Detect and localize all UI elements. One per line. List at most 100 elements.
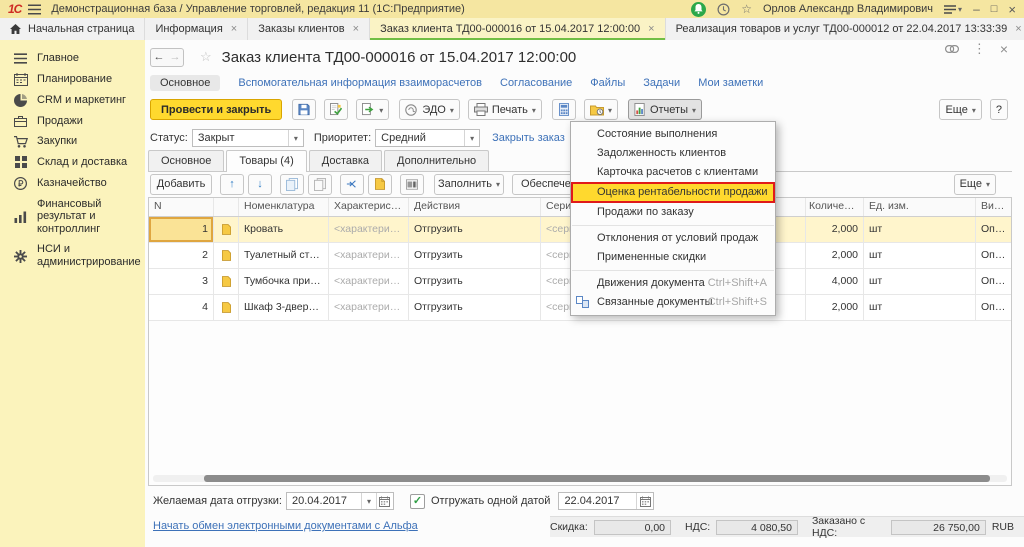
create-based-on-button[interactable] [356,99,389,120]
cell-characteristic[interactable]: <характеристики> [329,217,409,242]
edo-button[interactable]: ЭДО [399,99,460,120]
open-item-card-button[interactable] [368,174,392,195]
col-header-unit[interactable]: Ед. изм. [864,198,976,216]
cell-characteristic[interactable]: <характеристики> [329,295,409,320]
minimize-icon[interactable] [973,2,980,16]
cell-characteristic[interactable]: <характеристики> [329,243,409,268]
cell-n[interactable]: 4 [149,295,214,320]
col-header-characteristic[interactable]: Характеристика [329,198,409,216]
sidebar-item-treasury[interactable]: Казначейство [0,173,145,194]
cell-qty[interactable]: 2,000 [806,243,864,268]
col-header-n[interactable]: N [149,198,214,216]
cell-n[interactable]: 2 [149,243,214,268]
priority-select[interactable]: Средний [375,129,480,147]
priority-caret-icon[interactable] [464,130,479,146]
col-header-qty[interactable]: Количество [806,198,864,216]
tab-close-icon[interactable] [1007,23,1021,35]
nav-my-notes[interactable]: Мои заметки [698,77,763,89]
notifications-bell-icon[interactable] [691,2,706,17]
print-button[interactable]: Печать [468,99,542,120]
item-doc-icon[interactable] [214,217,239,242]
item-doc-icon[interactable] [214,295,239,320]
tab-close-icon[interactable] [223,23,237,35]
move-up-button[interactable] [220,174,244,195]
sidebar-item-purchases[interactable]: Закупки [0,131,145,152]
sidebar-item-warehouse[interactable]: Склад и доставка [0,152,145,173]
add-row-button[interactable]: Добавить [150,174,212,195]
single-date-input[interactable]: 22.04.2017 [558,492,654,510]
attached-files-button[interactable] [584,99,618,120]
menu-item-sale-profitability-highlighted[interactable]: Оценка рентабельности продажи [571,182,775,203]
menu-item-sales-by-order[interactable]: Продажи по заказу [571,203,775,222]
tab-additional[interactable]: Дополнительно [384,150,489,171]
ship-date-input[interactable]: 20.04.2017 [286,492,394,510]
single-date-checkbox[interactable] [410,494,425,509]
favorite-star-icon[interactable] [200,49,212,65]
status-caret-icon[interactable] [288,130,303,146]
back-button[interactable] [151,49,167,66]
help-button[interactable]: ? [990,99,1008,120]
cell-nomenclature[interactable]: Шкаф 3-дверный [239,295,329,320]
main-menu-icon[interactable] [28,4,41,15]
col-header-price-kind[interactable]: Вид цен [976,198,1011,216]
nav-approval[interactable]: Согласование [500,77,572,89]
col-header-nomenclature[interactable]: Номенклатура [239,198,329,216]
cell-nomenclature[interactable]: Туалетный столик [239,243,329,268]
col-header-actions[interactable]: Действия [409,198,541,216]
sidebar-item-main[interactable]: Главное [0,48,145,69]
tab-goods-sale[interactable]: Реализация товаров и услуг ТД00-000012 о… [666,18,1024,40]
cell-action[interactable]: Отгрузить [409,243,541,268]
close-document-icon[interactable] [1000,41,1008,57]
cell-action[interactable]: Отгрузить [409,217,541,242]
forward-button[interactable] [167,49,183,66]
sidebar-item-crm[interactable]: CRM и маркетинг [0,90,145,111]
reports-button[interactable]: Отчеты [628,99,702,120]
nav-tasks[interactable]: Задачи [643,77,680,89]
cell-price-kind[interactable]: Оптовая [976,217,1011,242]
more-button[interactable]: Еще [939,99,981,120]
cell-action[interactable]: Отгрузить [409,269,541,294]
cell-unit[interactable]: шт [864,217,976,242]
cell-action[interactable]: Отгрузить [409,295,541,320]
cell-unit[interactable]: шт [864,243,976,268]
delete-row-button[interactable] [308,174,332,195]
close-order-link[interactable]: Закрыть заказ [492,132,565,144]
cell-unit[interactable]: шт [864,269,976,294]
sidebar-item-nsi-admin[interactable]: НСИ и администрирование [0,239,145,272]
item-doc-icon[interactable] [214,269,239,294]
status-select[interactable]: Закрыт [192,129,304,147]
nav-files[interactable]: Файлы [590,77,625,89]
cell-price-kind[interactable]: Оптовая [976,269,1011,294]
tab-home[interactable]: Начальная страница [0,18,145,40]
tab-delivery[interactable]: Доставка [309,150,382,171]
share-split-button[interactable] [340,174,364,195]
cell-price-kind[interactable]: Оптовая [976,243,1011,268]
cell-nomenclature[interactable]: Тумбочка прикроватная [239,269,329,294]
copy-row-button[interactable] [280,174,304,195]
menu-item-document-movements[interactable]: Движения документа Ctrl+Shift+A [571,274,775,293]
cell-qty[interactable]: 4,000 [806,269,864,294]
sidebar-item-sales[interactable]: Продажи [0,111,145,132]
move-down-button[interactable] [248,174,272,195]
maximize-icon[interactable] [991,3,998,15]
cell-price-kind[interactable]: Оптовая [976,295,1011,320]
nav-main[interactable]: Основное [150,75,220,91]
tab-close-icon[interactable] [345,23,359,35]
tab-information[interactable]: Информация [145,18,248,40]
menu-item-applied-discounts[interactable]: Примененные скидки [571,248,775,267]
menu-item-settlements-card[interactable]: Карточка расчетов с клиентами [571,163,775,182]
get-link-icon[interactable] [945,45,959,53]
cell-n[interactable]: 3 [149,269,214,294]
cell-unit[interactable]: шт [864,295,976,320]
menu-item-related-documents[interactable]: Связанные документы Ctrl+Shift+S [571,293,775,312]
post-and-close-button[interactable]: Провести и закрыть [150,99,282,120]
scrollbar-thumb[interactable] [204,475,990,482]
history-clock-icon[interactable] [717,3,730,16]
tab-customer-orders[interactable]: Заказы клиентов [248,18,370,40]
barcode-scanner-button[interactable] [400,174,424,195]
cell-qty[interactable]: 2,000 [806,217,864,242]
tab-main-page[interactable]: Основное [148,150,224,171]
calculator-button[interactable] [552,99,576,120]
table-more-button[interactable]: Еще [954,174,996,195]
post-document-button[interactable] [324,99,348,120]
